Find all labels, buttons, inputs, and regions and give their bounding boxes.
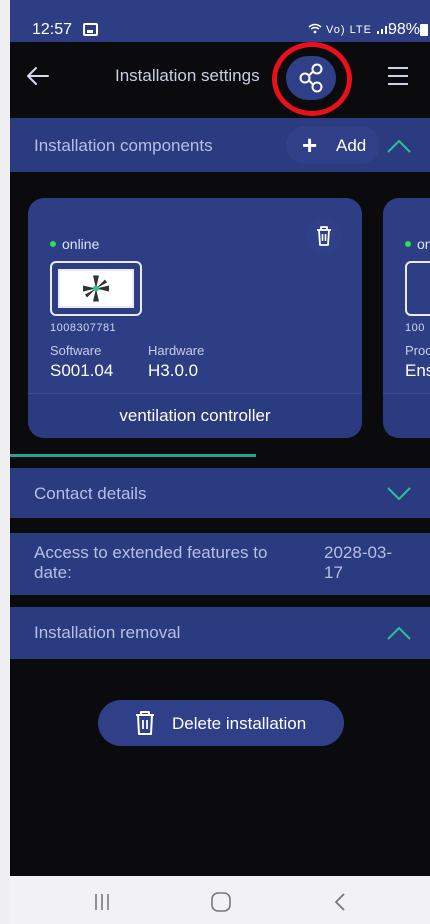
software-label: Software <box>50 343 102 358</box>
extended-features-label: Access to extended features to date: <box>34 543 268 582</box>
installation-removal-label: Installation removal <box>34 623 181 642</box>
hardware-version: H3.0.0 <box>148 361 199 380</box>
controller-device-image <box>50 261 142 316</box>
menu-line <box>388 67 408 69</box>
card-footer <box>383 393 430 438</box>
back-nav-icon[interactable] <box>332 892 348 912</box>
add-label: Add <box>336 136 367 155</box>
installation-components-label: Installation components <box>34 136 213 155</box>
chevron-up-icon[interactable] <box>386 625 412 641</box>
status-time: 12:57 <box>32 21 73 38</box>
home-icon[interactable] <box>210 891 232 913</box>
device-serial: 100 <box>405 322 425 334</box>
gallery-notification-icon <box>83 23 98 36</box>
online-status: online <box>50 236 99 252</box>
contact-details-label: Contact details <box>34 484 147 503</box>
lte-label: Vo) LTE <box>326 24 372 36</box>
trash-icon <box>136 711 154 735</box>
software-version: S001.04 <box>50 361 114 380</box>
carousel-scroll-indicator <box>10 454 256 457</box>
product-value: Ens <box>405 361 430 380</box>
component-name: ventilation controller <box>119 406 271 425</box>
network-status: Vo) LTE <box>308 23 390 36</box>
chevron-up-icon[interactable] <box>386 138 412 154</box>
online-dot-icon <box>405 241 411 247</box>
battery-level: 98% <box>387 21 420 38</box>
device-image <box>405 261 430 316</box>
extended-features-row: Access to extended features to date: 202… <box>10 533 430 595</box>
hardware-label: Hardware <box>148 343 205 358</box>
online-dot-icon <box>50 241 56 247</box>
component-card[interactable]: on 100 Proc Ens <box>383 198 430 438</box>
menu-line <box>388 75 408 77</box>
page-title: Installation settings <box>115 66 260 85</box>
product-label: Proc <box>405 343 430 358</box>
app-screen: 12:57 Vo) LTE 98% Installation settings … <box>10 0 430 876</box>
wifi-icon <box>308 23 322 34</box>
online-status: on <box>405 236 430 252</box>
chevron-down-icon[interactable] <box>386 486 412 502</box>
share-button[interactable] <box>286 56 336 100</box>
share-icon <box>299 63 323 93</box>
menu-button[interactable] <box>386 64 412 88</box>
component-card[interactable]: online 1008307781 Software Hardware S001… <box>28 198 362 438</box>
status-bar: 12:57 Vo) LTE 98% <box>10 0 430 42</box>
device-serial: 1008307781 <box>50 322 117 334</box>
back-button[interactable] <box>24 62 52 90</box>
extended-features-date: 2028-03- 17 <box>324 543 393 582</box>
plus-icon: + <box>302 130 318 160</box>
delete-installation-label: Delete installation <box>172 714 307 733</box>
arrow-left-icon <box>27 67 49 85</box>
contact-details-header[interactable]: Contact details <box>10 468 430 518</box>
delete-installation-button[interactable]: Delete installation <box>98 700 344 746</box>
installation-removal-header[interactable]: Installation removal <box>10 607 430 659</box>
trash-icon <box>317 226 331 246</box>
battery-icon <box>420 24 428 36</box>
add-component-button[interactable]: + Add <box>286 126 380 164</box>
system-navigation-bar <box>10 876 430 924</box>
card-footer: ventilation controller <box>28 393 362 438</box>
fan-icon <box>83 275 109 302</box>
delete-component-button[interactable] <box>306 218 342 254</box>
recent-apps-icon[interactable] <box>92 892 112 912</box>
menu-line <box>388 83 408 85</box>
top-app-bar: Installation settings <box>10 42 430 116</box>
